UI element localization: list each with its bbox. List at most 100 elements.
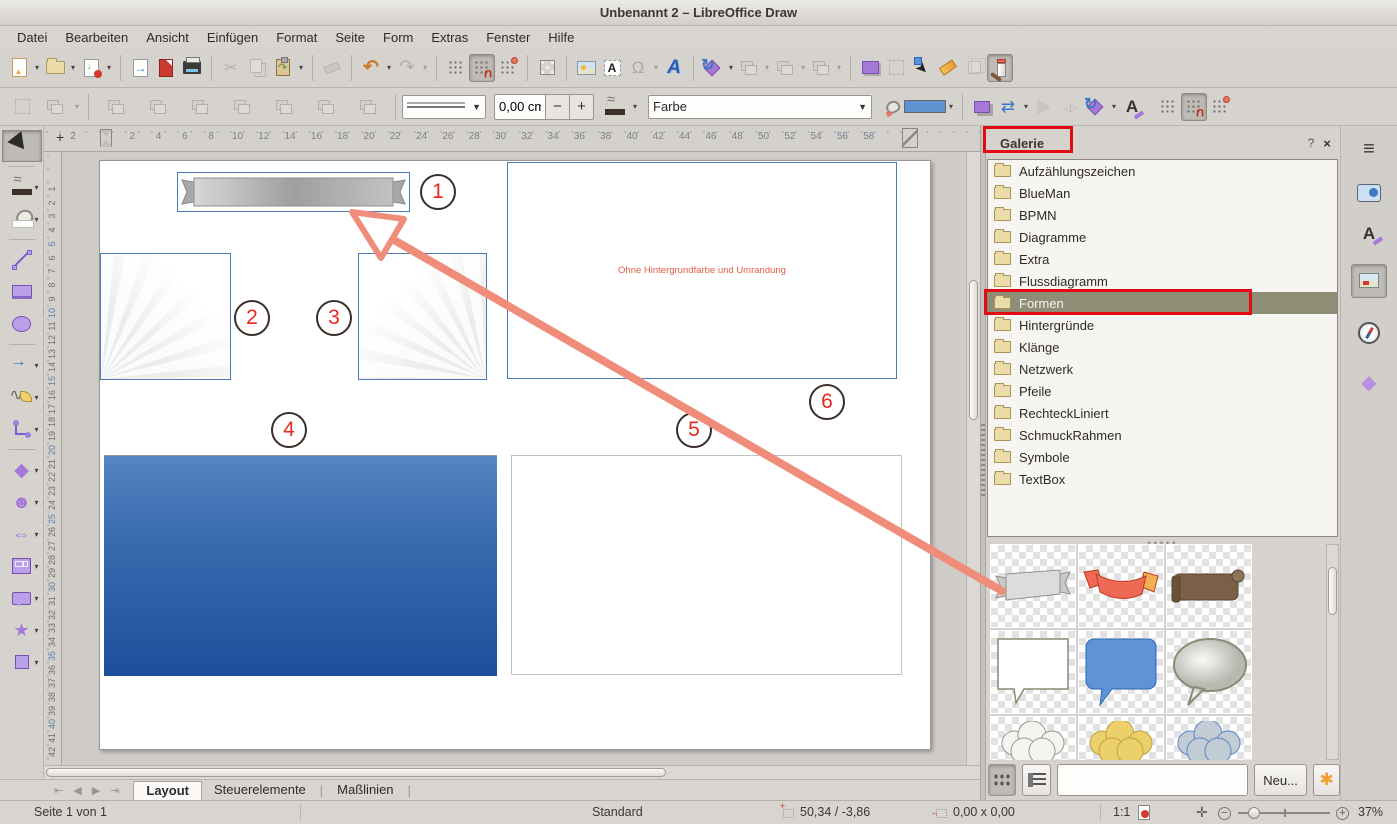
new-theme-button[interactable]: Neu... bbox=[1254, 764, 1307, 796]
behind-object-button[interactable] bbox=[305, 93, 347, 121]
dropdown[interactable] bbox=[32, 456, 42, 484]
scrollbar-thumb[interactable] bbox=[969, 280, 978, 420]
print-button[interactable] bbox=[179, 54, 205, 82]
bring-forward-button[interactable] bbox=[137, 93, 179, 121]
dropdown[interactable] bbox=[32, 351, 42, 379]
distribute-dropdown[interactable] bbox=[834, 54, 844, 82]
paste-button[interactable] bbox=[270, 54, 296, 82]
menu-extras[interactable]: Extras bbox=[422, 28, 477, 47]
line-width-increase-button[interactable]: + bbox=[570, 94, 594, 120]
scrollbar-thumb[interactable] bbox=[46, 768, 666, 777]
line-width-decrease-button[interactable]: − bbox=[546, 94, 570, 120]
menu-fenster[interactable]: Fenster bbox=[477, 28, 539, 47]
gallery-scrollbar[interactable] bbox=[1326, 544, 1339, 760]
dropdown[interactable] bbox=[32, 552, 42, 580]
scrollbar-thumb[interactable] bbox=[1328, 567, 1337, 615]
last-page-icon[interactable]: ⇥ bbox=[110, 784, 119, 797]
block-arrows-tool[interactable] bbox=[2, 518, 42, 550]
special-character-button[interactable] bbox=[625, 54, 651, 82]
open-button[interactable] bbox=[42, 54, 68, 82]
snap-guides-button[interactable] bbox=[495, 54, 521, 82]
folder-textbox[interactable]: TextBox bbox=[988, 468, 1337, 490]
undo-button[interactable] bbox=[358, 54, 384, 82]
folder-netzwerk[interactable]: Netzwerk bbox=[988, 358, 1337, 380]
insert-textbox-button[interactable]: A bbox=[599, 54, 625, 82]
line-color-button[interactable] bbox=[600, 93, 630, 121]
in-front-of-object-button[interactable] bbox=[263, 93, 305, 121]
shape-button[interactable] bbox=[857, 54, 883, 82]
dropdown[interactable] bbox=[32, 616, 42, 644]
fill-color-tool[interactable] bbox=[2, 203, 42, 235]
fill-style-select[interactable]: Farbe bbox=[648, 95, 872, 119]
curves-polygons-tool[interactable] bbox=[2, 381, 42, 413]
thumb-ribbon-red[interactable] bbox=[1078, 544, 1164, 628]
dropdown[interactable] bbox=[32, 520, 42, 548]
redo-button[interactable] bbox=[394, 54, 420, 82]
canvas-horizontal-scrollbar[interactable] bbox=[44, 765, 980, 779]
snap-guides-button-2[interactable] bbox=[1207, 93, 1233, 121]
insert-image-button[interactable] bbox=[573, 54, 599, 82]
undo-dropdown[interactable] bbox=[384, 54, 394, 82]
edit-points-button[interactable] bbox=[909, 54, 935, 82]
send-backward-button[interactable] bbox=[179, 93, 221, 121]
dropdown[interactable] bbox=[32, 584, 42, 612]
folder-formen-selected[interactable]: Formen bbox=[988, 292, 1337, 314]
panel-help-button[interactable]: ? bbox=[1304, 136, 1318, 150]
thumb-callout-rect-white[interactable] bbox=[990, 630, 1076, 714]
thumb-callout-oval-gray[interactable] bbox=[1166, 630, 1252, 714]
vertical-ruler[interactable]: 1234567891011121314151617181920212223242… bbox=[44, 152, 62, 765]
flip-button[interactable] bbox=[1057, 93, 1083, 121]
folder-blueman[interactable]: BlueMan bbox=[988, 182, 1337, 204]
flowchart-tool[interactable] bbox=[2, 550, 42, 582]
fontwork-character-button[interactable]: A bbox=[1119, 93, 1145, 121]
next-page-icon[interactable]: ▶ bbox=[92, 784, 100, 797]
gallery-search-input[interactable] bbox=[1057, 764, 1248, 796]
fill-color-can[interactable] bbox=[882, 93, 904, 121]
rotate-dropdown[interactable] bbox=[1109, 93, 1119, 121]
status-zoom-percent[interactable]: 37% bbox=[1358, 805, 1383, 819]
sidebar-gallery-tab-active[interactable] bbox=[1351, 264, 1387, 298]
arrange-button[interactable] bbox=[772, 54, 798, 82]
save-button[interactable] bbox=[78, 54, 104, 82]
horizontal-ruler[interactable]: + 22468101214161820222426283032343638404… bbox=[44, 126, 980, 152]
status-page-style[interactable]: Standard bbox=[592, 805, 643, 819]
zoom-button[interactable] bbox=[534, 54, 560, 82]
thumb-cloud-blue[interactable] bbox=[1166, 716, 1252, 760]
sidebar-menu-icon[interactable] bbox=[1363, 138, 1375, 161]
dropdown[interactable] bbox=[32, 415, 42, 443]
thumb-callout-round-blue[interactable] bbox=[1078, 630, 1164, 714]
open-dropdown[interactable] bbox=[68, 54, 78, 82]
folder-aufzaehlungszeichen[interactable]: Aufzählungszeichen bbox=[988, 160, 1337, 182]
blue-gradient-rectangle[interactable] bbox=[104, 455, 497, 676]
menu-einfuegen[interactable]: Einfügen bbox=[198, 28, 267, 47]
fontwork-button[interactable]: A bbox=[661, 54, 687, 82]
send-to-back-button[interactable] bbox=[221, 93, 263, 121]
perspective-button[interactable] bbox=[1031, 93, 1057, 121]
banner-shape[interactable] bbox=[177, 172, 410, 212]
detail-view-button[interactable] bbox=[1022, 764, 1050, 796]
line-style-tool[interactable] bbox=[2, 171, 42, 203]
sidebar-properties-icon[interactable] bbox=[1357, 184, 1381, 202]
fill-color-dropdown[interactable] bbox=[946, 93, 956, 121]
reverse-button[interactable] bbox=[347, 93, 389, 121]
align-objects-button[interactable] bbox=[736, 54, 762, 82]
align-dropdown[interactable] bbox=[72, 93, 82, 121]
symbol-shapes-tool[interactable] bbox=[2, 486, 42, 518]
dropdown[interactable] bbox=[32, 648, 42, 676]
folder-klaenge[interactable]: Klänge bbox=[988, 336, 1337, 358]
previous-page-icon[interactable]: ◀ bbox=[73, 784, 81, 797]
folder-extra[interactable]: Extra bbox=[988, 248, 1337, 270]
zoom-out-icon[interactable]: − bbox=[1218, 807, 1231, 820]
menu-format[interactable]: Format bbox=[267, 28, 326, 47]
indent-marker[interactable] bbox=[100, 129, 112, 147]
folder-hintergruende[interactable]: Hintergründe bbox=[988, 314, 1337, 336]
special-character-dropdown[interactable] bbox=[651, 54, 661, 82]
connectors-tool[interactable] bbox=[2, 413, 42, 445]
square-fade-bottom-right[interactable] bbox=[358, 253, 487, 380]
fill-color-swatch[interactable] bbox=[904, 100, 946, 113]
menu-form[interactable]: Form bbox=[374, 28, 422, 47]
drawing-canvas[interactable]: Ohne Hintergrundfarbe und Umrandung 1 2 … bbox=[62, 152, 966, 765]
square-fade-bottom-left[interactable] bbox=[100, 253, 231, 380]
folder-pfeile[interactable]: Pfeile bbox=[988, 380, 1337, 402]
rotate-button[interactable] bbox=[1083, 93, 1109, 121]
